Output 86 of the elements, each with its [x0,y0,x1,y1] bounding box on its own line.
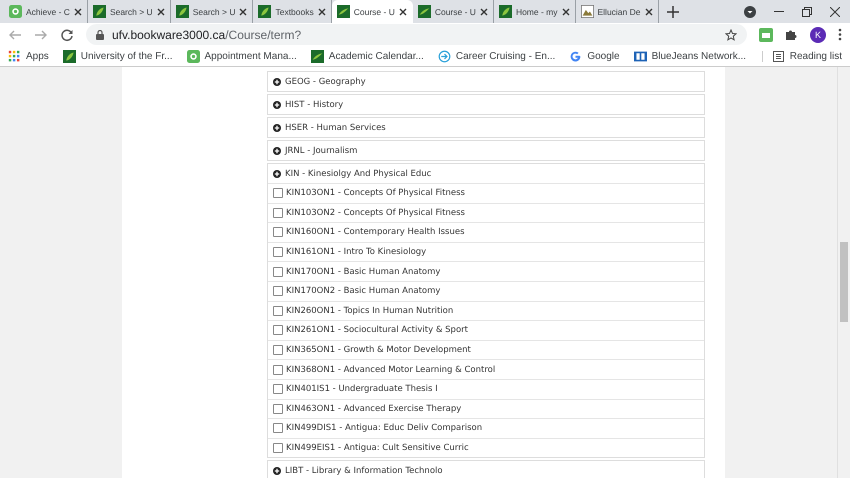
swoosh-icon [336,5,350,18]
checkbox[interactable] [273,266,283,277]
leaf-icon [92,5,106,18]
plus-icon[interactable] [666,6,678,18]
subject-header[interactable]: JRNL - Journalism [268,141,704,160]
course-label: KIN499EIS1 - Antigua: Cult Sensitive Curric [286,443,469,454]
checkbox[interactable] [273,423,283,434]
subject-header[interactable]: KIN - Kinesiolgy And Physical Educ [268,164,704,183]
bookmark-link[interactable]: BlueJeans Network... [634,50,746,62]
course-label: KIN499DIS1 - Antigua: Educ Deliv Comparison [286,423,482,434]
subject-header[interactable]: LIBT - Library & Information Technolo [268,461,704,478]
plus-circle-icon[interactable] [273,146,281,154]
bookmark-link[interactable]: Career Cruising - En... [438,50,556,62]
course-label: KIN160ON1 - Contemporary Health Issues [286,227,465,238]
minimize-icon[interactable] [774,10,784,12]
plus-circle-icon[interactable] [273,170,281,178]
course-label: KIN261ON1 - Sociocultural Activity & Sport [286,325,468,336]
close-icon[interactable] [562,8,570,16]
close-icon[interactable] [398,8,407,16]
checkbox[interactable] [273,188,283,198]
close-icon[interactable] [318,8,326,16]
subject-header[interactable]: HSER - Human Services [268,118,704,137]
lock-icon [96,30,104,40]
reading-list-icon[interactable] [772,50,784,62]
address-bar[interactable]: ufv.bookware3000.ca/Course/term? [86,24,747,45]
arrow-circle-icon [438,50,451,62]
checkbox[interactable] [273,443,283,454]
swoosh-icon [310,50,324,62]
course-label: KIN170ON1 - Basic Human Anatomy [286,266,440,277]
star-icon[interactable] [725,28,737,40]
subject-header[interactable]: HIST - History [268,95,704,114]
reload-icon[interactable] [60,28,74,42]
g-logo-icon [569,50,582,62]
close-icon[interactable] [239,8,248,16]
checkbox[interactable] [273,208,283,218]
badge-icon [186,50,200,62]
course-label: KIN463ON1 - Advanced Exercise Therapy [286,404,462,414]
course-label: KIN401IS1 - Undergraduate Thesis I [286,384,438,394]
checkbox[interactable] [273,345,283,356]
checkbox[interactable] [273,364,283,375]
bookmark-link[interactable]: Appointment Mana... [186,50,297,62]
scrollbar-thumb[interactable] [840,242,848,322]
course-label: KIN161ON1 - Intro To Kinesiology [286,247,426,258]
leaf-icon [62,50,76,62]
dropdown-circle-icon[interactable] [744,6,756,18]
plus-circle-icon[interactable] [273,124,281,132]
checkbox[interactable] [273,247,283,258]
course-label: KIN103ON1 - Concepts Of Physical Fitness [286,188,465,198]
restore-icon[interactable] [802,6,812,16]
bookmark-link[interactable]: Apps [8,50,49,62]
picture-icon [580,5,594,18]
close-icon[interactable] [480,8,488,16]
badge-icon [9,5,22,18]
course-label: KIN365ON1 - Growth & Motor Development [286,345,471,356]
close-icon[interactable] [644,8,652,16]
checkbox[interactable] [273,227,283,238]
subject-header[interactable]: GEOG - Geography [268,72,704,91]
checkbox[interactable] [273,384,283,394]
checkbox[interactable] [273,306,283,316]
close-icon[interactable] [74,8,82,16]
checkbox[interactable] [273,325,283,336]
plus-circle-icon[interactable] [273,466,281,475]
apps-grid-icon [8,50,21,62]
close-icon[interactable] [830,6,840,16]
swoosh-icon [418,5,431,18]
more-vertical-icon[interactable] [838,28,842,41]
plus-circle-icon[interactable] [273,78,281,86]
reading-list-link[interactable]: Reading list [790,50,842,62]
course-label: KIN170ON2 - Basic Human Anatomy [286,286,440,296]
close-icon[interactable] [156,8,165,16]
puzzle-piece-icon[interactable] [785,28,798,41]
leaf-icon [258,5,272,18]
leaf-icon [176,5,189,18]
course-label: KIN260ON1 - Topics In Human Nutrition [286,306,454,316]
bookmark-link[interactable]: University of the Fr... [62,50,172,62]
bookmark-link[interactable]: Academic Calendar... [310,50,424,62]
browser-tab[interactable]: Course - U [332,0,413,23]
checkbox[interactable] [273,286,283,296]
plus-circle-icon[interactable] [273,100,281,108]
bookmark-link[interactable]: Google [569,50,620,62]
course-label: KIN103ON2 - Concepts Of Physical Fitness [286,208,465,218]
bluejeans-icon [634,50,647,62]
leaf-icon [498,5,512,18]
profile-avatar[interactable]: K [810,26,826,42]
course-label: KIN368ON1 - Advanced Motor Learning & Control [286,364,496,375]
checkbox[interactable] [273,404,283,414]
